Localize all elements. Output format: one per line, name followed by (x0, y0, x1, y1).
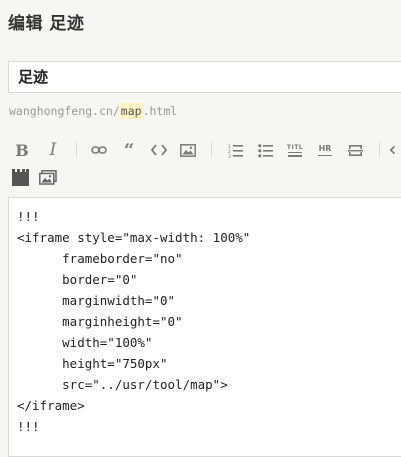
editor-line: marginwidth="0" (17, 293, 176, 308)
markdown-editor[interactable]: !!! <iframe style="max-width: 100%" fram… (8, 197, 401, 457)
permalink-suffix: .html (142, 104, 178, 118)
code-button[interactable] (147, 138, 171, 162)
editor-line: height="750px" (17, 356, 168, 371)
more-break-icon (347, 144, 363, 156)
link-button[interactable] (87, 138, 111, 162)
image-button[interactable] (176, 138, 200, 162)
post-title-input[interactable]: 足迹 (8, 61, 401, 93)
page-title: 编辑 足迹 (8, 14, 85, 34)
editor-toolbar: B I “ 1 2 3 TITL HR (8, 138, 401, 190)
code-icon (151, 144, 167, 156)
attachment-button[interactable] (8, 165, 32, 189)
undo-icon (389, 145, 396, 155)
undo-button[interactable] (388, 138, 401, 162)
editor-line: frameborder="no" (17, 251, 183, 266)
horizontal-rule-icon: HR (318, 143, 332, 153)
editor-line: <iframe style="max-width: 100%" (17, 230, 251, 245)
editor-line: </iframe> (17, 398, 85, 413)
ordered-list-icon: 1 2 3 (228, 144, 243, 158)
media-button[interactable] (36, 165, 60, 189)
permalink: wanghongfeng.cn/map.html (9, 103, 178, 119)
quote-button[interactable]: “ (117, 138, 141, 162)
editor-line: src="../usr/tool/map"> (17, 377, 228, 392)
toolbar-divider (76, 142, 77, 158)
heading-icon-lines (288, 151, 302, 153)
media-icon (39, 169, 57, 185)
svg-text:3: 3 (228, 154, 231, 158)
horizontal-rule-line (318, 154, 332, 157)
heading-button[interactable]: TITL (283, 138, 307, 162)
unordered-list-icon (257, 143, 273, 157)
permalink-prefix: wanghongfeng.cn/ (9, 104, 120, 118)
editor-line: width="100%" (17, 335, 153, 350)
heading-icon: TITL (286, 143, 304, 151)
more-break-button[interactable] (343, 138, 367, 162)
unordered-list-button[interactable] (253, 138, 277, 162)
horizontal-rule-button[interactable]: HR (313, 138, 337, 162)
editor-line: border="0" (17, 272, 138, 287)
link-icon (91, 146, 107, 154)
editor-line: !!! (17, 419, 40, 434)
toolbar-divider (211, 142, 212, 158)
editor-line: !!! (17, 209, 40, 224)
permalink-slug[interactable]: map (119, 103, 143, 119)
file-icon (11, 168, 29, 186)
bold-button[interactable]: B (10, 138, 34, 162)
toolbar-divider (379, 142, 380, 158)
image-icon (180, 143, 196, 157)
ordered-list-button[interactable]: 1 2 3 (223, 138, 247, 162)
editor-line: marginheight="0" (17, 314, 183, 329)
italic-button[interactable]: I (41, 138, 65, 162)
heading-icon-lines (288, 155, 302, 157)
